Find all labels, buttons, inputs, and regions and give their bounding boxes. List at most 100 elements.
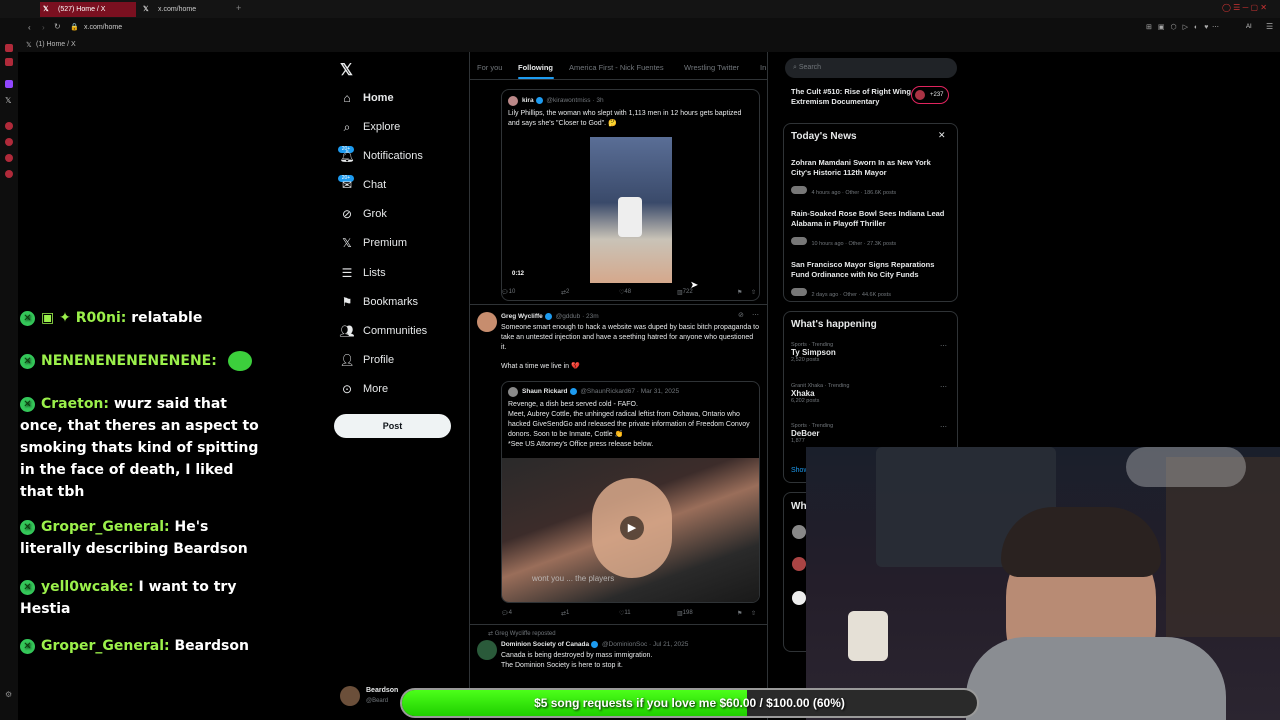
chat-username: R00ni: [75, 310, 127, 326]
ring-light [1126, 447, 1246, 487]
bell-icon: 🔔︎ [339, 149, 355, 163]
sidebar-app-icon[interactable] [5, 138, 13, 146]
grok-icon[interactable]: ⊘ [738, 311, 744, 319]
more-icon[interactable]: ⋯ [940, 383, 947, 391]
bookmark-button[interactable]: ⚑ [737, 289, 742, 296]
tab-following[interactable]: Following [518, 63, 553, 72]
song-request-text: $5 song requests if you love me $60.00 /… [534, 696, 845, 710]
share-button[interactable]: ⇧ [751, 289, 756, 296]
sidebar-item-grok[interactable]: ⊘ Grok [340, 207, 387, 221]
close-icon[interactable]: ✕ [938, 130, 946, 141]
trend-item[interactable]: Granit Xhaka · Trending Xhaka 6,202 post… [791, 383, 951, 404]
new-tab-button[interactable]: + [236, 3, 241, 13]
sidebar-item-communities[interactable]: 👥︎ Communities [339, 324, 427, 338]
tweet-video[interactable] [590, 137, 672, 283]
divider [470, 304, 767, 305]
tweet-actions: 💬︎ 4 ⇄ 1 ♡ 11 ▥ 198 ⚑ ⇧ [501, 610, 761, 620]
tweet-card-kira[interactable]: kira @kirawontmiss · 3h Lily Phillips, t… [501, 89, 760, 301]
sidebar-item-bookmarks[interactable]: ⚑ Bookmarks [340, 295, 418, 309]
share-button[interactable]: ⇧ [751, 610, 756, 617]
play-icon[interactable]: ▶ [620, 516, 644, 540]
browser-tab-home[interactable]: 𝕏 (527) Home / X [40, 2, 136, 17]
badge-icon: ✕ [20, 519, 35, 535]
news-item[interactable]: Zohran Mamdani Sworn In as New York City… [791, 158, 951, 199]
repost-button[interactable]: ⇄ 1 [561, 610, 569, 617]
home-icon: ⌂ [343, 91, 351, 105]
sidebar-item-lists[interactable]: ☰ Lists [340, 266, 386, 280]
bookmark-icon: ⚑ [341, 295, 353, 309]
avatar[interactable] [477, 312, 497, 332]
todays-news-title: Today's News [791, 131, 857, 142]
views-button[interactable]: ▥ 198 [677, 610, 693, 617]
news-item[interactable]: San Francisco Mayor Signs Reparations Fu… [791, 260, 951, 301]
trend-item[interactable]: Sports · Trending Ty Simpson 2,520 posts [791, 342, 951, 363]
mouse-cursor: ➤ [690, 280, 699, 291]
quote-video[interactable]: ▶ wont you ... the players [502, 458, 759, 602]
ai-button[interactable]: AI [1246, 24, 1252, 30]
mail-icon: ✉ [341, 178, 353, 192]
lock-icon: 🔒 [70, 24, 79, 31]
avatar[interactable] [477, 640, 497, 660]
sidebar-app-icon[interactable] [5, 122, 13, 130]
x-logo-icon[interactable]: 𝕏 [340, 60, 353, 80]
chat-message: ✕ Craeton: wurz said that once, that ther… [20, 393, 270, 503]
avatar[interactable] [792, 557, 806, 571]
chat-message: ✕ yell0wcake: I want to try Hestia [20, 576, 270, 620]
avatar[interactable] [792, 591, 806, 605]
account-handle: @Beard [366, 698, 389, 704]
extension-icons[interactable]: ⊞▣⬡▷◐♥ [1146, 23, 1214, 31]
top-item-title[interactable]: The Cult #510: Rise of Right Wing Extrem… [791, 87, 911, 107]
menu-icon[interactable]: ⋯ [1212, 23, 1219, 31]
sidebar-item-explore[interactable]: ⌕ Explore [340, 120, 401, 134]
tab-america-first[interactable]: America First - Nick Fuentes [569, 63, 664, 72]
twitch-icon[interactable] [5, 80, 13, 88]
sidebar-app-icon[interactable] [5, 154, 13, 162]
sidebar-app-icon[interactable] [5, 58, 13, 66]
browser-menu-icon[interactable]: ☰ [1266, 22, 1273, 31]
tweet-author-name[interactable]: Greg Wycliffe [501, 313, 543, 320]
views-button[interactable]: ▥ 722 [677, 289, 693, 296]
more-icon[interactable]: ⋯ [940, 342, 947, 350]
bookmark-button[interactable]: ⚑ [737, 610, 742, 617]
sidebar-item-home[interactable]: ⌂ Home [340, 91, 393, 105]
window-controls[interactable]: ◯ ☰ ─ ▢ ✕ [1222, 3, 1267, 12]
like-button[interactable]: ♡ 11 [619, 610, 631, 617]
avatar[interactable] [792, 525, 806, 539]
like-button[interactable]: ♡ 48 [619, 289, 631, 296]
tweet-author-name[interactable]: Dominion Society of Canada [501, 641, 589, 648]
sidebar-app-icon[interactable] [5, 44, 13, 52]
sidebar-item-premium[interactable]: 𝕏 Premium [340, 236, 407, 250]
repost-button[interactable]: ⇄ 2 [561, 289, 569, 296]
tweet-author-name[interactable]: kira [522, 97, 534, 104]
news-item[interactable]: Rain-Soaked Rose Bowl Sees Indiana Lead … [791, 209, 951, 250]
sidebar-item-profile[interactable]: 👤︎ Profile [339, 353, 394, 367]
top-item-count[interactable]: +237 [911, 86, 949, 104]
address-input[interactable]: x.com/home [84, 24, 122, 31]
forward-icon[interactable]: › [42, 23, 45, 32]
search-input[interactable]: ⌕ Search [785, 58, 957, 78]
tab-wrestling-twitter[interactable]: Wrestling Twitter [684, 63, 739, 72]
sidebar-app-icon[interactable] [5, 170, 13, 178]
more-icon[interactable]: ⋯ [752, 311, 759, 319]
repost-note: ⇄ Greg Wycliffe reposted [488, 631, 556, 637]
sidebar-item-chat[interactable]: ✉ Chat [340, 178, 386, 192]
tab-for-you[interactable]: For you [477, 63, 502, 72]
reload-icon[interactable]: ↻ [54, 22, 61, 31]
sidebar-item-more[interactable]: ⊙ More [340, 382, 388, 396]
account-avatar[interactable] [340, 686, 360, 706]
trend-item[interactable]: Sports · Trending DeBoer 1,877 [791, 423, 951, 444]
reply-button[interactable]: 💬︎ 10 [501, 289, 515, 296]
avatar-stack [791, 287, 807, 296]
post-button[interactable]: Post [334, 414, 451, 438]
browser-tab-xcom[interactable]: 𝕏 x.com/home [140, 2, 236, 17]
quoted-tweet[interactable]: Shaun Rickard @ShaunRickard67 · Mar 31, … [501, 381, 760, 603]
back-icon[interactable]: ‹ [28, 23, 31, 32]
settings-icon[interactable]: ⚙ [5, 690, 12, 699]
tab-overflow[interactable]: In [760, 63, 766, 72]
more-icon[interactable]: ⋯ [940, 423, 947, 431]
sidebar-item-notifications[interactable]: 🔔︎ Notifications [339, 149, 423, 163]
x-logo-icon[interactable]: 𝕏 [5, 96, 11, 105]
more-icon: ⊙ [341, 382, 353, 396]
reply-button[interactable]: 💬︎ 4 [501, 610, 512, 617]
bookmark-home[interactable]: (1) Home / X [36, 41, 76, 48]
